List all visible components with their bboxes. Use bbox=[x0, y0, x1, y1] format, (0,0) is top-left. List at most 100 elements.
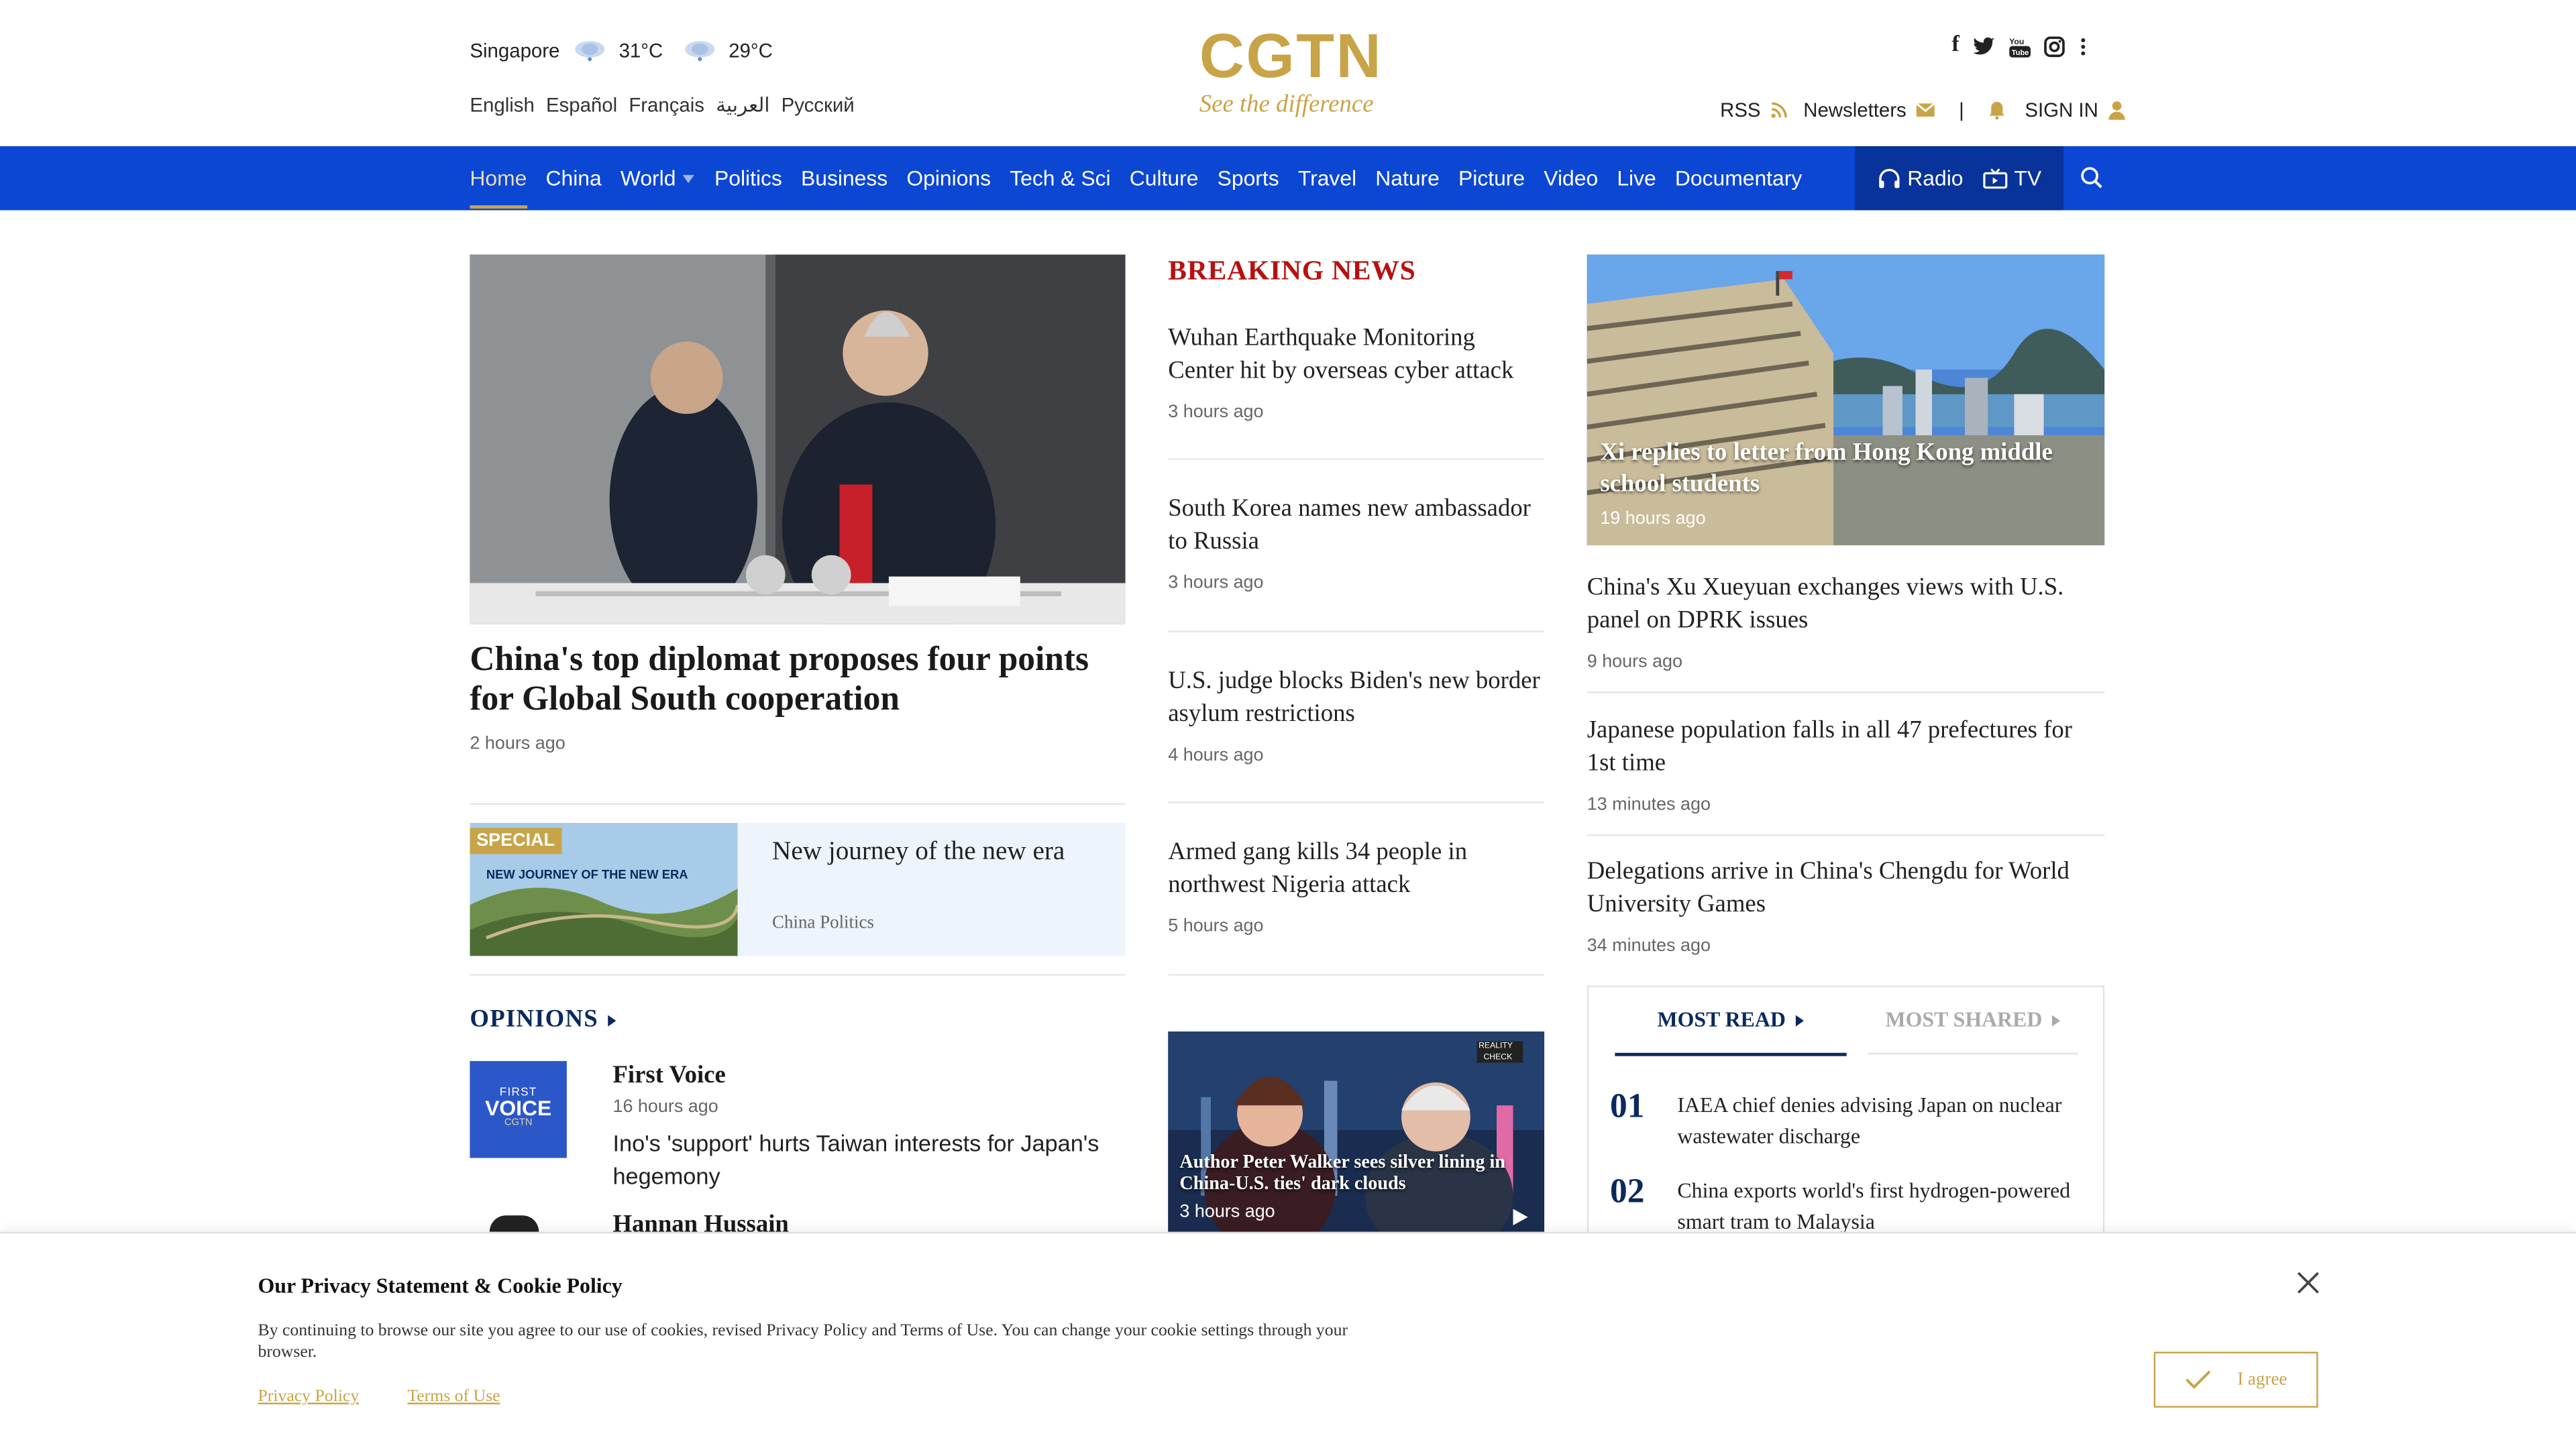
more-icon[interactable] bbox=[2078, 36, 2088, 57]
privacy-policy-link[interactable]: Privacy Policy bbox=[258, 1388, 359, 1406]
sign-in-link[interactable]: SIGN IN bbox=[2025, 99, 2098, 121]
lang-russian[interactable]: Русский bbox=[782, 94, 855, 117]
nav-item-documentary[interactable]: Documentary bbox=[1675, 166, 1802, 190]
special-card[interactable]: NEW JOURNEY OF THE NEW ERA SPECIAL New j… bbox=[470, 822, 1126, 956]
breaking-item-title[interactable]: U.S. judge blocks Biden's new border asy… bbox=[1168, 665, 1542, 731]
cgtn-logo[interactable]: CGTN See the difference bbox=[1199, 23, 1383, 125]
user-icon[interactable] bbox=[2108, 100, 2126, 120]
agree-label: I agree bbox=[2237, 1370, 2288, 1390]
special-image-caption: NEW JOURNEY OF THE NEW ERA bbox=[486, 867, 688, 881]
ranked-item-title[interactable]: China exports world's first hydrogen-pow… bbox=[1677, 1174, 2072, 1237]
nav-item-business[interactable]: Business bbox=[801, 166, 888, 190]
mail-icon[interactable] bbox=[1916, 102, 1936, 118]
rss-link[interactable]: RSS bbox=[1720, 99, 1760, 121]
breaking-news-heading[interactable]: BREAKING NEWS bbox=[1168, 255, 1415, 288]
radio-link[interactable]: Radio bbox=[1878, 166, 1963, 190]
headphones-icon bbox=[1879, 168, 1900, 188]
twitter-icon[interactable] bbox=[1972, 36, 1995, 56]
tv-label: TV bbox=[2014, 166, 2042, 191]
logo-tagline: See the difference bbox=[1199, 92, 1374, 119]
radio-label: Radio bbox=[1907, 166, 1964, 191]
right-item-time: 13 minutes ago bbox=[1587, 795, 1711, 815]
cookie-body: By continuing to browse our site you agr… bbox=[258, 1322, 1348, 1362]
breaking-item-title[interactable]: Wuhan Earthquake Monitoring Center hit b… bbox=[1168, 322, 1542, 388]
tab-most-read[interactable]: MOST READ bbox=[1615, 1007, 1847, 1056]
divider bbox=[1168, 458, 1545, 460]
main-nav: Home China World Politics Business Opini… bbox=[0, 146, 2576, 211]
close-icon[interactable] bbox=[2295, 1270, 2321, 1296]
lang-french[interactable]: Français bbox=[629, 94, 704, 117]
nav-item-tech-sci[interactable]: Tech & Sci bbox=[1010, 166, 1110, 190]
instagram-icon[interactable] bbox=[2043, 36, 2065, 57]
weather-widget: Singapore 31°C 29°C bbox=[470, 40, 772, 62]
agree-button[interactable]: I agree bbox=[2153, 1351, 2318, 1408]
nav-item-live[interactable]: Live bbox=[1617, 166, 1656, 190]
lang-arabic[interactable]: العربية bbox=[716, 94, 769, 117]
cookie-banner: Our Privacy Statement & Cookie Policy By… bbox=[0, 1231, 2576, 1450]
opinion-author[interactable]: Hannan Hussain bbox=[612, 1212, 788, 1231]
video-title: Author Peter Walker sees silver lining i… bbox=[1179, 1153, 1505, 1194]
right-item-title[interactable]: China's Xu Xueyuan exchanges views with … bbox=[1587, 571, 2104, 637]
breaking-item-title[interactable]: South Korea names new ambassador to Russ… bbox=[1168, 493, 1542, 559]
nav-item-nature[interactable]: Nature bbox=[1375, 166, 1440, 190]
nav-item-travel[interactable]: Travel bbox=[1298, 166, 1356, 190]
nav-item-china[interactable]: China bbox=[546, 166, 602, 190]
logo-wordmark: CGTN bbox=[1199, 23, 1383, 93]
account-links: RSS Newsletters | SIGN IN bbox=[1720, 99, 2126, 121]
opinion-time: 16 hours ago bbox=[612, 1097, 718, 1117]
tab-most-shared-label: MOST SHARED bbox=[1885, 1007, 2043, 1031]
youtube-icon[interactable]: You Tube bbox=[2008, 36, 2031, 57]
divider bbox=[1168, 974, 1545, 976]
feature-image[interactable]: Xi replies to letter from Hong Kong midd… bbox=[1587, 254, 2105, 546]
nav-item-picture[interactable]: Picture bbox=[1458, 166, 1525, 190]
tab-most-shared[interactable]: MOST SHARED bbox=[1868, 1007, 2078, 1055]
lang-english[interactable]: English bbox=[470, 94, 534, 117]
nav-item-culture[interactable]: Culture bbox=[1130, 166, 1199, 190]
caret-right-icon bbox=[1796, 1015, 1805, 1027]
social-links: f You Tube bbox=[1951, 33, 2087, 59]
tv-link[interactable]: TV bbox=[1983, 166, 2041, 190]
newsletters-link[interactable]: Newsletters bbox=[1803, 99, 1907, 121]
nav-item-opinions[interactable]: Opinions bbox=[906, 166, 991, 190]
opinion-text[interactable]: Ino's 'support' hurts Taiwan interests f… bbox=[612, 1127, 1106, 1192]
bell-icon[interactable] bbox=[1987, 100, 2005, 120]
hong-kong-photo bbox=[1587, 254, 2105, 546]
nav-item-sports[interactable]: Sports bbox=[1218, 166, 1279, 190]
special-tag: SPECIAL bbox=[470, 828, 561, 854]
logo-cgtn: CGTN bbox=[504, 1118, 533, 1129]
check-icon bbox=[2185, 1370, 2210, 1389]
video-card[interactable]: REALITY CHECK Author Peter Walker sees s… bbox=[1168, 1031, 1545, 1232]
right-item-time: 9 hours ago bbox=[1587, 652, 1683, 672]
rank-number: 01 bbox=[1610, 1085, 1645, 1125]
nav-item-world[interactable]: World bbox=[621, 166, 696, 190]
nav-item-home[interactable]: Home bbox=[470, 166, 527, 209]
feature-time: 19 hours ago bbox=[1600, 509, 1706, 529]
first-voice-logo[interactable]: FIRST VOICE CGTN bbox=[470, 1061, 567, 1158]
hero-headline[interactable]: China's top diplomat proposes four point… bbox=[470, 639, 1125, 718]
terms-of-use-link[interactable]: Terms of Use bbox=[407, 1388, 500, 1406]
play-icon[interactable] bbox=[1510, 1207, 1529, 1227]
svg-text:Tube: Tube bbox=[2011, 48, 2028, 56]
right-item-title[interactable]: Delegations arrive in China's Chengdu fo… bbox=[1587, 856, 2104, 922]
tv-icon bbox=[1983, 168, 2008, 189]
opinions-heading[interactable]: OPINIONS bbox=[470, 1007, 616, 1035]
weather-city: Singapore bbox=[470, 39, 560, 63]
rss-icon[interactable] bbox=[1770, 102, 1787, 118]
special-subtitle: China Politics bbox=[772, 913, 874, 934]
ranked-item-title[interactable]: IAEA chief denies advising Japan on nucl… bbox=[1677, 1089, 2072, 1152]
rank-number: 02 bbox=[1610, 1171, 1645, 1211]
video-badge-2: CHECK bbox=[1483, 1052, 1513, 1062]
opinion-author[interactable]: First Voice bbox=[612, 1063, 725, 1091]
lang-spanish[interactable]: Español bbox=[546, 94, 617, 117]
search-icon[interactable] bbox=[2080, 166, 2102, 188]
right-item-title[interactable]: Japanese population falls in all 47 pref… bbox=[1587, 714, 2104, 780]
hero-image[interactable] bbox=[470, 254, 1126, 624]
breaking-item-title[interactable]: Armed gang kills 34 people in northwest … bbox=[1168, 836, 1542, 902]
breaking-item-time: 4 hours ago bbox=[1168, 745, 1264, 766]
svg-text:You: You bbox=[2008, 36, 2023, 46]
header-divider: | bbox=[1959, 98, 1964, 122]
facebook-icon[interactable]: f bbox=[1951, 33, 1959, 59]
nav-item-video[interactable]: Video bbox=[1544, 166, 1598, 190]
nav-item-politics[interactable]: Politics bbox=[714, 166, 782, 190]
caret-right-icon bbox=[2052, 1015, 2061, 1027]
